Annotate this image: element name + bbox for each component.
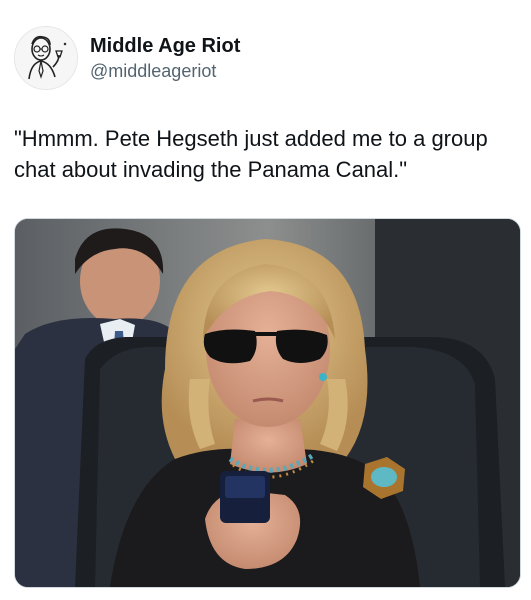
tweet-card: Middle Age Riot @middleageriot "Hmmm. Pe… — [0, 0, 531, 600]
tweet-text: "Hmmm. Pete Hegseth just added me to a g… — [14, 126, 494, 182]
tweet-header: Middle Age Riot @middleageriot — [14, 26, 240, 90]
tweet-media[interactable] — [14, 218, 521, 588]
sketch-man-avatar-icon — [15, 27, 77, 89]
author-display-name[interactable]: Middle Age Riot — [90, 34, 240, 58]
author-avatar[interactable] — [14, 26, 78, 90]
photo-woman-sunglasses-phone — [15, 219, 520, 587]
author-handle[interactable]: @middleageriot — [90, 59, 240, 83]
author-names: Middle Age Riot @middleageriot — [90, 34, 240, 83]
